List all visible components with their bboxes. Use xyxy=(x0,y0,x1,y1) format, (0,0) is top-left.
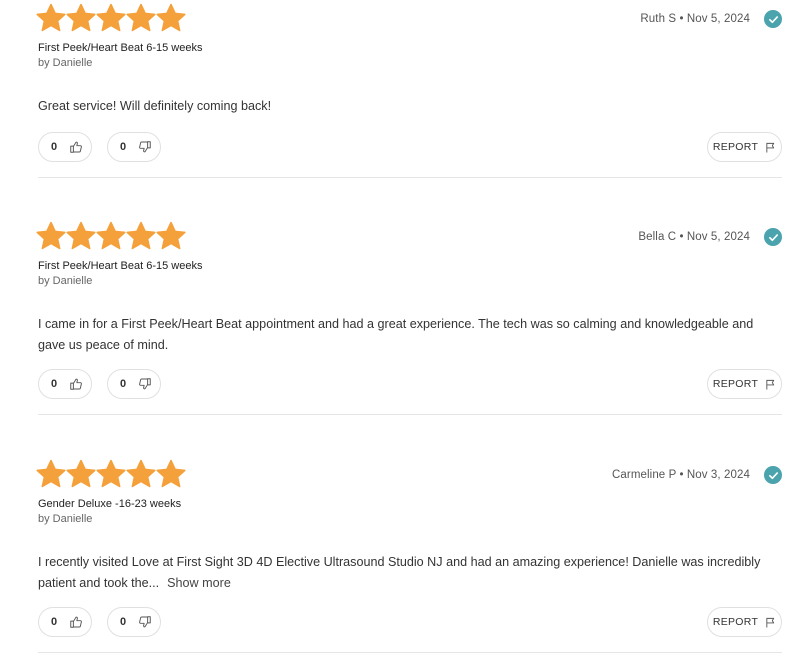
report-button[interactable]: REPORT xyxy=(707,607,782,637)
downvote-button[interactable]: 0 xyxy=(107,132,161,162)
review-card: Bella C • Nov 5, 2024 First Peek/Heart B… xyxy=(0,218,798,456)
review-card: Carmeline P • Nov 3, 2024 Gender Deluxe … xyxy=(0,456,798,665)
star-rating xyxy=(36,221,186,251)
report-label: REPORT xyxy=(712,378,759,390)
review-divider xyxy=(38,652,782,653)
flag-icon xyxy=(766,379,775,390)
author-date: Ruth S • Nov 5, 2024 xyxy=(640,13,750,25)
upvote-button[interactable]: 0 xyxy=(38,369,92,399)
review-body: Great service! Will definitely coming ba… xyxy=(38,99,272,113)
review-text: Great service! Will definitely coming ba… xyxy=(38,96,783,117)
downvote-count: 0 xyxy=(120,141,127,153)
thumbs-down-icon xyxy=(139,378,151,390)
verified-checkmark-icon xyxy=(764,10,782,28)
review-text: I came in for a First Peek/Heart Beat ap… xyxy=(38,314,783,356)
review-divider xyxy=(38,414,782,415)
upvote-button[interactable]: 0 xyxy=(38,132,92,162)
star-icon xyxy=(36,459,66,488)
star-icon xyxy=(156,3,186,32)
flag-icon xyxy=(766,617,775,628)
thumbs-up-icon xyxy=(70,616,82,628)
star-icon xyxy=(126,221,156,250)
service-name: First Peek/Heart Beat 6-15 weeks xyxy=(38,260,203,272)
thumbs-down-icon xyxy=(139,616,151,628)
thumbs-up-icon xyxy=(70,141,82,153)
verified-checkmark-icon xyxy=(764,466,782,484)
star-icon xyxy=(156,459,186,488)
review-meta: Ruth S • Nov 5, 2024 xyxy=(640,10,782,28)
upvote-count: 0 xyxy=(51,378,58,390)
report-label: REPORT xyxy=(712,141,759,153)
review-text: I recently visited Love at First Sight 3… xyxy=(38,552,783,594)
staff-byline: by Danielle xyxy=(38,513,93,525)
report-label: REPORT xyxy=(712,616,759,628)
review-card: Ruth S • Nov 5, 2024 First Peek/Heart Be… xyxy=(0,0,798,238)
upvote-count: 0 xyxy=(51,616,58,628)
thumbs-up-icon xyxy=(70,378,82,390)
report-button[interactable]: REPORT xyxy=(707,132,782,162)
downvote-count: 0 xyxy=(120,378,127,390)
flag-icon xyxy=(766,142,775,153)
star-icon xyxy=(96,3,126,32)
author-date: Bella C • Nov 5, 2024 xyxy=(638,231,750,243)
star-icon xyxy=(66,459,96,488)
staff-byline: by Danielle xyxy=(38,57,93,69)
star-icon xyxy=(36,221,66,250)
review-divider xyxy=(38,177,782,178)
star-icon xyxy=(66,221,96,250)
review-body: I came in for a First Peek/Heart Beat ap… xyxy=(38,317,754,352)
star-icon xyxy=(96,459,126,488)
star-icon xyxy=(36,3,66,32)
star-icon xyxy=(126,459,156,488)
report-button[interactable]: REPORT xyxy=(707,369,782,399)
thumbs-down-icon xyxy=(139,141,151,153)
author-date: Carmeline P • Nov 3, 2024 xyxy=(612,469,750,481)
review-body: I recently visited Love at First Sight 3… xyxy=(38,555,761,590)
downvote-button[interactable]: 0 xyxy=(107,369,161,399)
staff-byline: by Danielle xyxy=(38,275,93,287)
verified-checkmark-icon xyxy=(764,228,782,246)
service-name: First Peek/Heart Beat 6-15 weeks xyxy=(38,42,203,54)
downvote-button[interactable]: 0 xyxy=(107,607,161,637)
service-name: Gender Deluxe -16-23 weeks xyxy=(38,498,182,510)
star-rating xyxy=(36,459,186,489)
downvote-count: 0 xyxy=(120,616,127,628)
star-icon xyxy=(96,221,126,250)
upvote-count: 0 xyxy=(51,141,58,153)
star-icon xyxy=(66,3,96,32)
review-meta: Carmeline P • Nov 3, 2024 xyxy=(612,466,782,484)
upvote-button[interactable]: 0 xyxy=(38,607,92,637)
star-rating xyxy=(36,3,186,33)
star-icon xyxy=(156,221,186,250)
star-icon xyxy=(126,3,156,32)
show-more-link[interactable]: Show more xyxy=(167,576,231,590)
review-meta: Bella C • Nov 5, 2024 xyxy=(638,228,782,246)
